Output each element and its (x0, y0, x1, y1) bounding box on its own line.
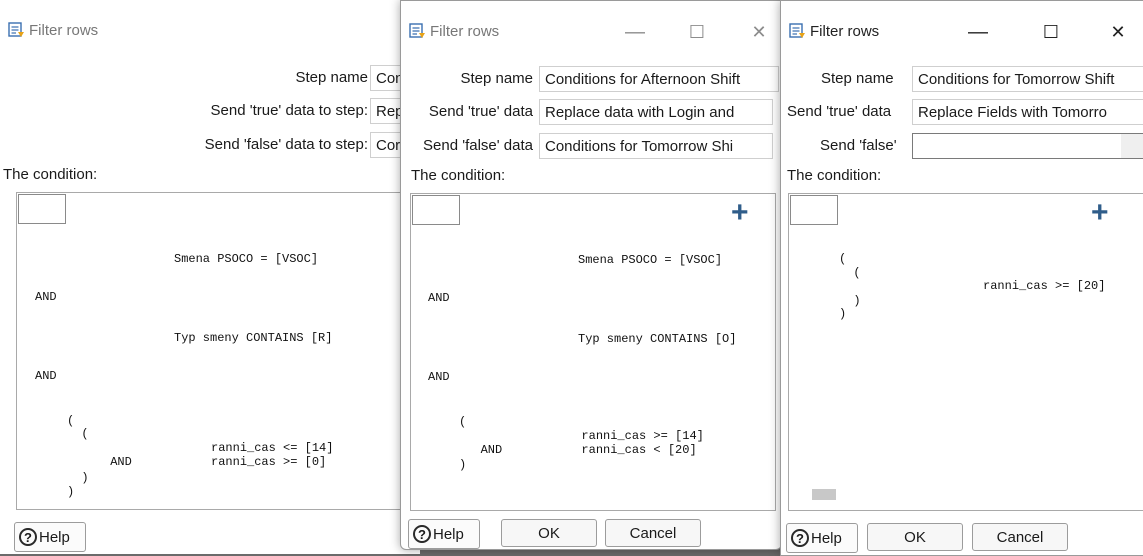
condition-line: ) (67, 485, 75, 499)
condition-editor[interactable]: Smena PSOCO = [VSOC] AND Typ smeny CONTA… (16, 192, 420, 510)
filter-rows-step-icon (8, 22, 24, 37)
condition-editor[interactable]: + ( ( ranni_cas >= [20] ) ) (788, 193, 1143, 511)
horizontal-scrollbar-thumb[interactable] (812, 489, 836, 500)
condition-line: AND ranni_cas >= [0] (67, 455, 327, 469)
condition-line: AND (35, 290, 57, 304)
maximize-icon[interactable]: ☐ (1029, 15, 1073, 49)
condition-line: AND ranni_cas < [20] (459, 443, 697, 457)
send-true-select[interactable]: Replace Fields with Tomorro (912, 99, 1143, 125)
help-button-label: Help (811, 529, 842, 547)
filter-rows-step-icon (409, 23, 425, 38)
filter-rows-dialog-3: Filter rows — ☐ ✕ Step name Conditions f… (780, 0, 1143, 556)
send-true-select[interactable]: Replace data with Login and (539, 99, 773, 125)
condition-line: Typ smeny CONTAINS [R] (174, 331, 333, 345)
title-bar: Filter rows (0, 0, 420, 58)
condition-negate-box[interactable] (790, 195, 838, 225)
condition-line: AND (35, 369, 57, 383)
close-icon[interactable]: ✕ (737, 15, 781, 49)
condition-line: AND (428, 291, 450, 305)
cancel-button[interactable]: Cancel (972, 523, 1068, 551)
filter-rows-step-icon (789, 23, 805, 38)
condition-line: ) (839, 294, 861, 308)
condition-line: Typ smeny CONTAINS [O] (578, 332, 737, 346)
send-true-label: Send 'true' data (787, 103, 892, 120)
condition-line: ( (839, 266, 861, 280)
condition-line: Smena PSOCO = [VSOC] (174, 252, 319, 266)
condition-negate-box[interactable] (412, 195, 460, 225)
condition-line: ) (67, 471, 89, 485)
help-button[interactable]: ? Help (408, 519, 480, 549)
condition-line: ( (67, 414, 75, 428)
help-button-label: Help (433, 525, 464, 543)
condition-line: ) (459, 458, 467, 472)
condition-label: The condition: (787, 167, 882, 184)
send-false-select[interactable]: Conditions for Tomorrow Shi (539, 133, 773, 159)
title-bar: Filter rows — ☐ ✕ (781, 1, 1143, 59)
condition-line: ranni_cas >= [20] (839, 279, 1106, 293)
title-bar: Filter rows — ☐ ✕ (401, 1, 781, 59)
condition-line: ) (839, 307, 847, 321)
window-title: Filter rows (430, 23, 500, 40)
send-false-label: Send 'false' data to step: (204, 136, 368, 153)
maximize-icon[interactable]: ☐ (675, 15, 719, 49)
step-name-input[interactable]: Conditions for Tomorrow Shift (912, 66, 1143, 92)
condition-line: Smena PSOCO = [VSOC] (578, 253, 723, 267)
condition-line: AND (428, 370, 450, 384)
filter-rows-dialog-1: Filter rows Step name Con Send 'true' da… (0, 0, 420, 554)
dropdown-button[interactable] (1121, 134, 1143, 158)
step-name-label: Step name (460, 70, 533, 87)
close-icon[interactable]: ✕ (1096, 15, 1140, 49)
condition-line: ranni_cas >= [14] (459, 429, 704, 443)
minimize-icon[interactable]: — (613, 15, 657, 49)
condition-line: ( (67, 427, 89, 441)
cancel-button[interactable]: Cancel (605, 519, 701, 547)
condition-editor[interactable]: + Smena PSOCO = [VSOC] AND Typ smeny CON… (410, 193, 776, 511)
question-circle-icon: ? (413, 525, 431, 543)
window-title: Filter rows (810, 23, 880, 40)
condition-label: The condition: (411, 167, 506, 184)
condition-line: ( (839, 252, 847, 266)
send-true-label: Send 'true' data (428, 103, 533, 120)
help-button-label: Help (39, 528, 70, 546)
question-circle-icon: ? (791, 529, 809, 547)
send-false-label: Send 'false' data (423, 137, 533, 154)
send-false-label: Send 'false' (820, 137, 897, 154)
help-button[interactable]: ? Help (14, 522, 86, 552)
help-button[interactable]: ? Help (786, 523, 858, 553)
send-true-label: Send 'true' data to step: (210, 102, 369, 119)
condition-negate-box[interactable] (18, 194, 66, 224)
condition-line: ranni_cas <= [14] (67, 441, 334, 455)
step-name-label: Step name (295, 69, 368, 86)
send-false-select[interactable] (912, 133, 1143, 159)
question-circle-icon: ? (19, 528, 37, 546)
ok-button[interactable]: OK (501, 519, 597, 547)
plus-icon[interactable]: + (731, 198, 749, 228)
window-title: Filter rows (29, 22, 99, 39)
condition-label: The condition: (3, 166, 98, 183)
step-name-input[interactable]: Conditions for Afternoon Shift (539, 66, 779, 92)
plus-icon[interactable]: + (1091, 198, 1109, 228)
ok-button[interactable]: OK (867, 523, 963, 551)
minimize-icon[interactable]: — (956, 15, 1000, 49)
step-name-label: Step name (821, 70, 894, 87)
filter-rows-dialog-2: Filter rows — ☐ ✕ Step name Conditions f… (400, 0, 782, 550)
condition-line: ( (459, 415, 467, 429)
